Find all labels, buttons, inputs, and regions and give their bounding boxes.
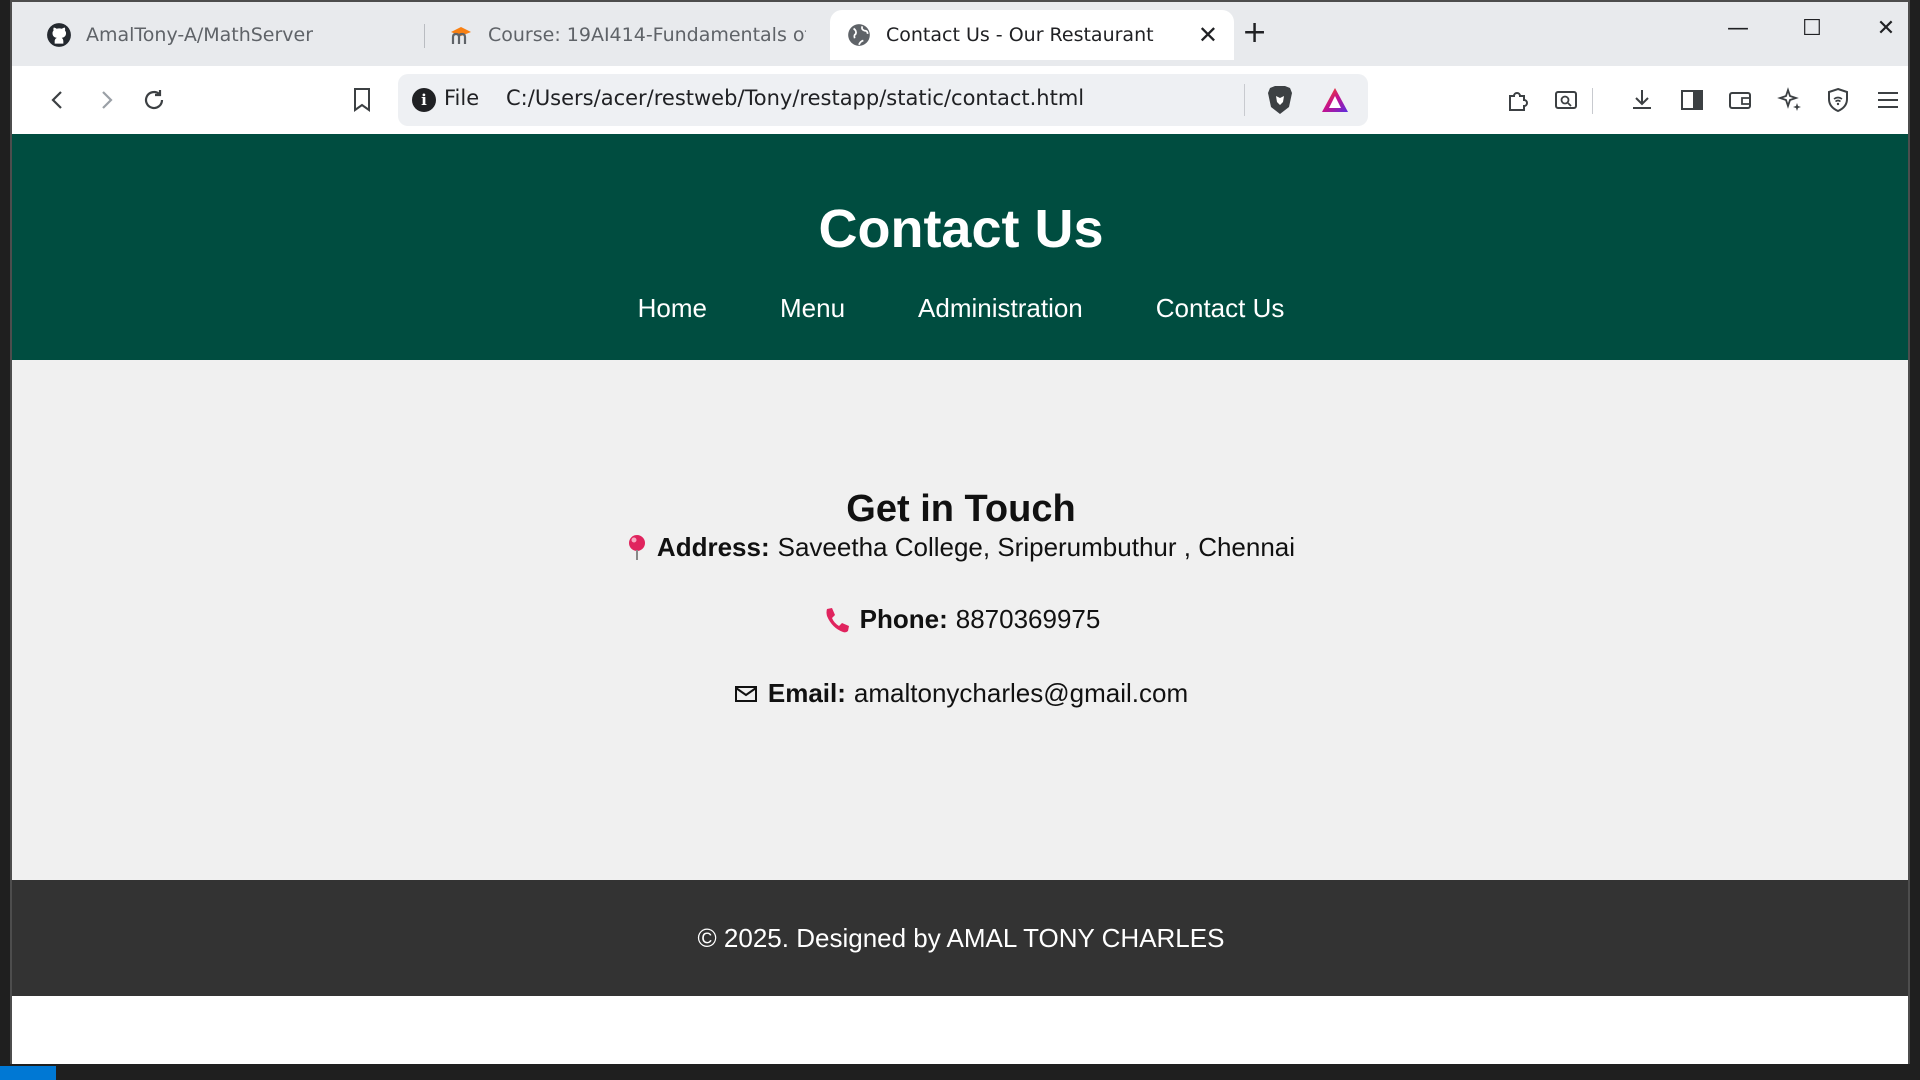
forward-button[interactable] — [86, 80, 126, 120]
footer-text: © 2025. Designed by AMAL TONY CHARLES — [697, 923, 1225, 953]
address-label: Address: — [656, 532, 770, 562]
web-page: Contact Us Home Menu Administration Cont… — [12, 134, 1908, 1070]
contact-section: Get in Touch Address: Saveetha College, … — [12, 360, 1908, 880]
menu-icon[interactable] — [1868, 80, 1908, 120]
new-tab-button[interactable]: + — [1242, 18, 1267, 48]
remote-indicator — [0, 1066, 56, 1080]
bookmark-icon[interactable] — [342, 80, 382, 120]
tab-strip: AmalTony-A/MathServer Course: 19AI414-Fu… — [12, 2, 1908, 66]
browser-window: AmalTony-A/MathServer Course: 19AI414-Fu… — [10, 0, 1910, 1072]
site-header: Contact Us Home Menu Administration Cont… — [12, 134, 1908, 360]
tab-title: Course: 19AI414-Fundamentals of W — [488, 24, 806, 46]
address-value: Saveetha College, Sriperumbuthur , Chenn… — [777, 532, 1296, 562]
phone-icon — [822, 606, 850, 634]
moodle-icon — [448, 22, 474, 48]
wallet-icon[interactable] — [1720, 80, 1760, 120]
email-line: Email: amaltonycharles@gmail.com — [12, 678, 1908, 709]
omnibox-divider — [1244, 84, 1245, 116]
browser-toolbar: i File C:/Users/acer/restweb/Tony/restap… — [12, 66, 1908, 134]
tab-title: AmalTony-A/MathServer — [86, 24, 314, 46]
scheme-label: File — [444, 86, 480, 110]
tab-separator — [424, 24, 425, 48]
email-label: Email: — [767, 678, 846, 708]
tab-contact-active[interactable]: Contact Us - Our Restaurant ✕ — [830, 10, 1234, 60]
phone-value: 8870369975 — [955, 604, 1101, 634]
back-button[interactable] — [38, 80, 78, 120]
tab-title: Contact Us - Our Restaurant — [886, 24, 1154, 46]
leo-ai-icon[interactable] — [1770, 80, 1810, 120]
site-nav: Home Menu Administration Contact Us — [12, 293, 1908, 324]
github-icon — [46, 22, 72, 48]
minimize-button[interactable]: — — [1718, 16, 1758, 41]
background-editor-statusbar — [0, 1064, 1920, 1080]
vpn-icon[interactable] — [1818, 80, 1858, 120]
extensions-icon[interactable] — [1498, 80, 1538, 120]
close-window-button[interactable]: ✕ — [1866, 16, 1906, 41]
globe-icon — [846, 22, 872, 48]
url-text[interactable]: C:/Users/acer/restweb/Tony/restapp/stati… — [506, 86, 1084, 110]
email-value: amaltonycharles@gmail.com — [853, 678, 1189, 708]
nav-home-link[interactable]: Home — [638, 293, 707, 324]
tab-course[interactable]: Course: 19AI414-Fundamentals of W — [432, 10, 822, 60]
toolbar-divider — [1592, 88, 1593, 114]
maximize-button[interactable]: ☐ — [1792, 16, 1832, 41]
nav-menu-link[interactable]: Menu — [780, 293, 845, 324]
page-bottom-area — [12, 996, 1908, 1070]
page-title: Contact Us — [818, 199, 1104, 259]
close-tab-icon[interactable]: ✕ — [1198, 21, 1218, 49]
phone-label: Phone: — [859, 604, 948, 634]
brave-shields-icon[interactable] — [1266, 84, 1294, 120]
nav-administration-link[interactable]: Administration — [918, 293, 1083, 324]
sidebar-toggle-icon[interactable] — [1672, 80, 1712, 120]
address-line: Address: Saveetha College, Sriperumbuthu… — [12, 532, 1908, 563]
find-in-page-icon[interactable] — [1546, 80, 1586, 120]
tab-mathserver[interactable]: AmalTony-A/MathServer — [30, 10, 426, 60]
section-title: Get in Touch — [846, 488, 1076, 530]
envelope-icon — [734, 684, 758, 704]
phone-line: Phone: 8870369975 — [12, 604, 1908, 635]
reload-button[interactable] — [134, 80, 174, 120]
site-footer: © 2025. Designed by AMAL TONY CHARLES — [12, 880, 1908, 996]
nav-contact-link[interactable]: Contact Us — [1156, 293, 1285, 324]
pin-icon — [627, 534, 647, 562]
brave-rewards-icon[interactable] — [1320, 86, 1350, 118]
address-bar[interactable]: i File C:/Users/acer/restweb/Tony/restap… — [398, 74, 1368, 126]
downloads-icon[interactable] — [1622, 80, 1662, 120]
info-icon[interactable]: i — [412, 88, 436, 112]
